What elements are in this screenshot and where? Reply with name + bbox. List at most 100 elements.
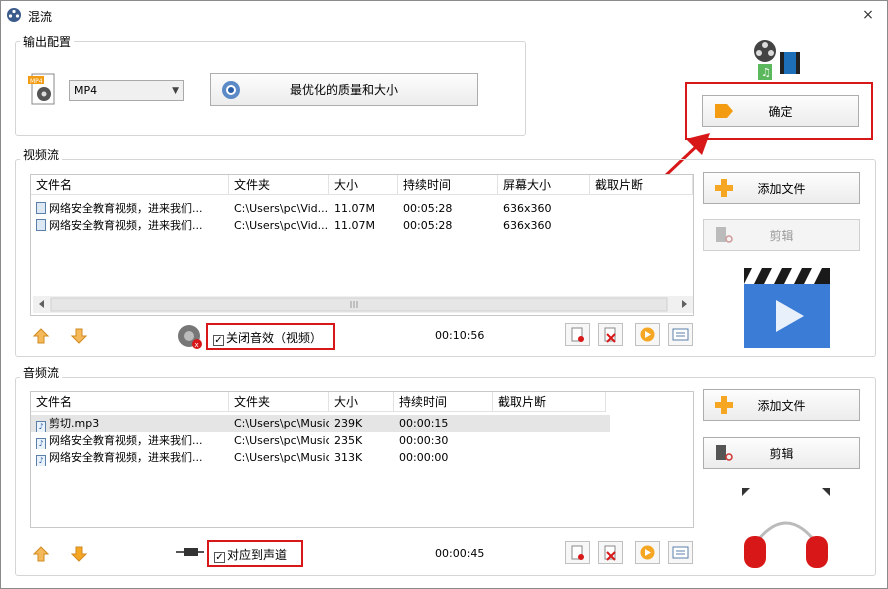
table-row[interactable]: ♪ 剪切.mp3 C:\Users\pc\Music 239K 00:00:15 (31, 415, 610, 432)
row-size: 313K (334, 451, 363, 464)
row-folder: C:\Users\pc\Music (234, 417, 329, 430)
chevron-down-icon: ▼ (172, 86, 179, 96)
plus-icon (715, 179, 733, 197)
col-screen-size[interactable]: 屏幕大小 (498, 175, 590, 195)
remove-file-button[interactable] (565, 323, 590, 346)
row-filename: 网络安全教育视频，进来我们... (31, 217, 229, 234)
row-duration: 00:00:15 (399, 417, 449, 430)
row-size: 11.07M (334, 202, 375, 215)
col-duration[interactable]: 持续时间 (398, 175, 498, 195)
music-file-icon: ♪ (36, 421, 46, 432)
row-filename: ♪ 网络安全教育视频，进来我们... (31, 449, 229, 466)
video-cut-button[interactable]: 剪辑 (703, 219, 860, 251)
film-reel-music-icon: ♫ (754, 40, 800, 80)
audio-jack-icon (176, 548, 204, 556)
move-down-arrow-icon[interactable] (71, 328, 87, 344)
app-film-icon (7, 8, 21, 22)
mute-speaker-icon: x (178, 325, 202, 349)
mp4-file-icon: MP4 (28, 73, 55, 105)
quality-gear-icon (222, 80, 240, 99)
row-size: 239K (334, 417, 363, 430)
row-duration: 00:05:28 (403, 219, 453, 232)
music-file-icon: ♪ (36, 455, 46, 466)
format-select[interactable]: MP4 ▼ (69, 80, 184, 101)
row-duration: 00:05:28 (403, 202, 453, 215)
col-filename[interactable]: 文件名 (31, 175, 229, 195)
clear-list-icon (604, 327, 616, 343)
format-select-value: MP4 (74, 84, 98, 97)
film-scissors-icon (716, 445, 733, 461)
video-cut-label: 剪辑 (769, 228, 794, 243)
properties-button[interactable] (668, 323, 693, 346)
video-horizontal-scrollbar[interactable] (33, 296, 693, 313)
music-file-icon: ♪ (36, 438, 46, 449)
audio-stream-label: 音频流 (20, 364, 63, 381)
col-clip[interactable]: 截取片断 (493, 392, 606, 412)
audio-cut-button[interactable]: 剪辑 (703, 437, 860, 469)
row-filename: ♪ 剪切.mp3 (31, 415, 229, 432)
move-up-arrow-icon[interactable] (33, 328, 49, 344)
audio-add-file-button[interactable]: 添加文件 (703, 389, 860, 421)
play-icon (640, 545, 655, 560)
audio-add-file-label: 添加文件 (757, 398, 806, 413)
play-button[interactable] (635, 541, 660, 564)
row-size: 235K (334, 434, 363, 447)
row-folder: C:\Users\pc\Music (234, 451, 329, 464)
channel-highlight-box (207, 540, 303, 567)
row-filename: ♪ 网络安全教育视频，进来我们... (31, 432, 229, 449)
row-filename-text: 网络安全教育视频，进来我们... (49, 219, 203, 232)
video-add-file-button[interactable]: 添加文件 (703, 172, 860, 204)
row-duration: 00:00:30 (399, 434, 449, 447)
clear-list-button[interactable] (598, 541, 623, 564)
quality-button-label: 最优化的质量和大小 (289, 83, 398, 97)
row-size: 11.07M (334, 219, 375, 232)
row-filename-text: 剪切.mp3 (49, 417, 100, 430)
close-button[interactable]: × (858, 6, 878, 24)
play-icon (640, 327, 655, 342)
col-duration[interactable]: 持续时间 (394, 392, 493, 412)
audio-list-header: 文件名 文件夹 大小 持续时间 截取片断 (31, 392, 606, 412)
audio-total-time: 00:00:45 (435, 547, 485, 560)
quality-button[interactable]: 最优化的质量和大小 (210, 73, 478, 106)
col-folder[interactable]: 文件夹 (229, 175, 329, 195)
svg-text:MP4: MP4 (30, 78, 43, 85)
window-title: 混流 (28, 10, 53, 24)
svg-text:x: x (195, 341, 199, 349)
remove-file-icon (571, 327, 584, 342)
col-clip[interactable]: 截取片断 (590, 175, 693, 195)
row-filename-text: 网络安全教育视频，进来我们... (49, 434, 203, 447)
move-down-arrow-icon[interactable] (71, 546, 87, 562)
row-screen: 636x360 (503, 219, 552, 232)
row-filename: 网络安全教育视频，进来我们... (31, 200, 229, 217)
row-folder: C:\Users\pc\Vid... (234, 219, 329, 232)
table-row[interactable]: 网络安全教育视频，进来我们... C:\Users\pc\Vid... 11.0… (31, 217, 590, 234)
video-add-file-label: 添加文件 (757, 181, 806, 196)
video-total-time: 00:10:56 (435, 329, 485, 342)
clear-list-button[interactable] (598, 323, 623, 346)
col-size[interactable]: 大小 (329, 175, 398, 195)
table-row[interactable]: ♪ 网络安全教育视频，进来我们... C:\Users\pc\Music 235K… (31, 432, 493, 449)
row-folder: C:\Users\pc\Vid... (234, 202, 329, 215)
table-row[interactable]: ♪ 网络安全教育视频，进来我们... C:\Users\pc\Music 313K… (31, 449, 493, 466)
audio-file-list[interactable]: 文件名 文件夹 大小 持续时间 截取片断 ♪ 剪切.mp3 C:\Users\pc… (30, 391, 694, 528)
clear-list-icon (604, 545, 616, 561)
properties-button[interactable] (668, 541, 693, 564)
col-folder[interactable]: 文件夹 (229, 392, 329, 412)
plus-icon (715, 396, 733, 414)
video-file-list[interactable]: 文件名 文件夹 大小 持续时间 屏幕大小 截取片断 网络安全教育视频，进来我们.… (30, 174, 694, 316)
remove-file-icon (571, 545, 584, 560)
mute-highlight-box (206, 323, 335, 350)
film-scissors-icon (716, 227, 733, 243)
move-up-arrow-icon[interactable] (33, 546, 49, 562)
play-button[interactable] (635, 323, 660, 346)
properties-icon (672, 328, 689, 341)
video-file-icon (36, 219, 46, 231)
properties-icon (672, 546, 689, 559)
headphones-icon (742, 488, 830, 568)
col-filename[interactable]: 文件名 (31, 392, 229, 412)
video-clapper-icon (744, 268, 830, 348)
col-size[interactable]: 大小 (329, 392, 394, 412)
row-duration: 00:00:00 (399, 451, 449, 464)
remove-file-button[interactable] (565, 541, 590, 564)
table-row[interactable]: 网络安全教育视频，进来我们... C:\Users\pc\Vid... 11.0… (31, 200, 590, 217)
